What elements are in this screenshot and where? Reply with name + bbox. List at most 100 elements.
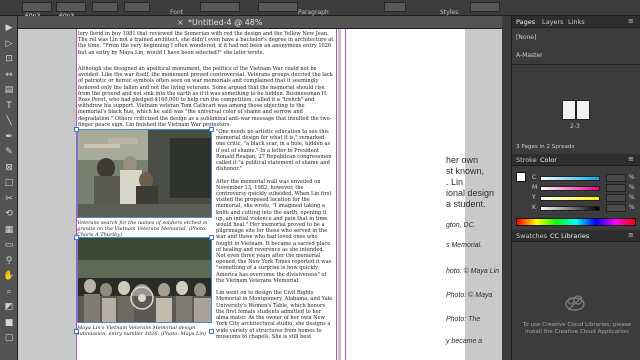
close-icon[interactable]: × [177,18,184,27]
pages-panel-tabs: Pages Layers Links ≡ [512,16,640,28]
tab-color[interactable]: Color [540,156,557,164]
memorial-design-image [78,238,211,322]
scissors-tool-icon[interactable]: ✂ [3,193,15,205]
paragraph-section-label: Paragraph [298,9,329,16]
type-tool-icon[interactable]: T [3,100,15,112]
tab-swatches[interactable]: Swatches [516,232,547,240]
frame-handle[interactable] [74,235,79,240]
channel-label-y: Y [532,194,536,201]
gap-tool-icon[interactable]: ↔ [3,69,15,81]
none-master[interactable]: [None] [516,34,536,41]
fill-stroke-icon[interactable]: ◩ [3,301,15,313]
channel-slider-y[interactable] [540,196,600,201]
panel-menu-icon[interactable]: ≡ [628,231,638,241]
channel-slider-c[interactable] [540,176,600,181]
frame-handle[interactable] [209,127,214,132]
content-collector-tool-icon[interactable]: ▤ [3,84,15,96]
width-field[interactable] [92,2,118,12]
percent-sign: % [629,174,635,181]
ghost-line: ional design [446,188,495,198]
channel-value-field-k[interactable] [606,204,626,212]
body-text-top[interactable]: lory florid in buy 1981 that reviewed th… [78,31,334,63]
eyedropper-tool-icon[interactable]: ⚲ [3,255,15,267]
ghost-line: gton, DC. [446,222,476,229]
stroke-weight-field[interactable] [200,2,240,12]
panel-menu-icon[interactable]: ≡ [628,17,638,27]
gradient-tool-icon[interactable]: ▦ [3,224,15,236]
hand-tool-icon[interactable]: ✋ [3,270,15,282]
libraries-panel-tabs: Swatches CC Libraries ≡ [512,230,640,242]
channel-label-k: K [532,204,536,211]
ghost-line: . Lin [446,177,464,187]
ghost-line: Photo: © Maya [446,292,493,299]
channel-label-c: C [532,174,537,181]
height-field[interactable] [124,2,150,12]
channel-slider-k[interactable] [540,206,600,211]
pen-tool-icon[interactable]: ✒ [3,131,15,143]
memorial-design-photo[interactable] [77,237,212,323]
ghost-line: s Memorial. [446,242,483,249]
body-text-controversy[interactable]: Although she designed an apolitical monu… [78,66,334,128]
a-master[interactable]: A-Master [516,52,543,59]
veterans-photo-image [78,130,211,217]
document-title: *Untitled-4 @ 48% [188,18,263,27]
tab-layers[interactable]: Layers [542,18,564,26]
styles-section-label: Styles [440,9,459,16]
panel-menu-icon[interactable]: ≡ [628,155,638,165]
percent-sign: % [629,194,635,201]
cc-cloud-icon [564,294,586,312]
tab-cc-libraries[interactable]: CC Libraries [550,232,589,240]
pages-status: 3 Pages in 2 Spreads [516,144,575,150]
channel-label-m: M [532,184,538,191]
spread-label: 2-3 [570,123,580,130]
veterans-photo[interactable] [77,129,212,218]
ghost-line: a student. [446,199,486,209]
indesign-window: 60p3 60p3 Font Paragraph Styles ▶ ▷ ⊡ ↔ ▤ T ╲ ✒… [0,0,640,360]
channel-value-field-y[interactable] [606,194,626,202]
color-spectrum[interactable] [516,218,636,226]
control-bar: 60p3 60p3 Font Paragraph Styles [0,0,640,20]
caption-top[interactable]: Veterans search for the names of soldier… [77,220,212,238]
channel-value-field-c[interactable] [606,174,626,182]
pasteboard[interactable]: lory florid in buy 1981 that reviewed th… [18,29,502,360]
vertical-scrollbar[interactable] [502,16,511,360]
pages-divider [512,64,640,65]
frame-handle[interactable] [74,127,79,132]
pencil-tool-icon[interactable]: ✎ [3,146,15,158]
fill-swatch[interactable] [516,172,526,182]
note-tool-icon[interactable]: ▭ [3,239,15,251]
frame-handle[interactable] [209,235,214,240]
page-tool-icon[interactable]: ⊡ [3,53,15,65]
page-thumb-3[interactable] [576,100,590,120]
rectangle-tool-icon[interactable]: □ [3,177,15,189]
caption-bottom[interactable]: Maya Lin's Vietnam Veterans Memorial des… [77,325,212,337]
apply-color-icon[interactable]: ■ [3,317,15,329]
channel-value-field-m[interactable] [606,184,626,192]
channel-slider-m[interactable] [540,186,600,191]
free-transform-tool-icon[interactable]: ⟲ [3,208,15,220]
document-tab[interactable]: × *Untitled-4 @ 48% [18,16,502,29]
page-thumb-2[interactable] [562,100,576,120]
normal-view-icon[interactable]: ▢ [3,332,15,344]
tab-pages[interactable]: Pages [516,18,535,26]
paragraph-style-field[interactable] [470,2,500,12]
percent-sign: % [629,184,635,191]
direct-selection-tool-icon[interactable]: ▷ [3,38,15,50]
color-panel-tabs: Stroke Color ≡ [512,154,640,166]
percent-sign: % [629,204,635,211]
x-position-field[interactable]: 60p3 [22,2,52,20]
tab-stroke[interactable]: Stroke [516,156,537,164]
body-text-right-column[interactable]: "One needs no artistic education to see … [216,129,334,357]
effects-field[interactable] [258,2,298,12]
ghost-line: y became a [446,338,483,345]
zoom-tool-icon[interactable]: ⌕ [3,286,15,298]
rectangle-frame-tool-icon[interactable]: ⊠ [3,162,15,174]
y-position-field[interactable]: 60p3 [56,2,86,20]
columns-field[interactable] [384,2,406,12]
selection-tool-icon[interactable]: ▶ [3,22,15,34]
page-left[interactable]: lory florid in buy 1981 that reviewed th… [74,29,338,360]
tools-panel: ▶ ▷ ⊡ ↔ ▤ T ╲ ✒ ✎ ⊠ □ ✂ ⟲ ▦ ▭ ⚲ ✋ ⌕ ◩ ■ ▢ [0,16,18,360]
line-tool-icon[interactable]: ╲ [3,115,15,127]
ghost-line: her own [446,155,479,165]
tab-links[interactable]: Links [568,18,585,26]
